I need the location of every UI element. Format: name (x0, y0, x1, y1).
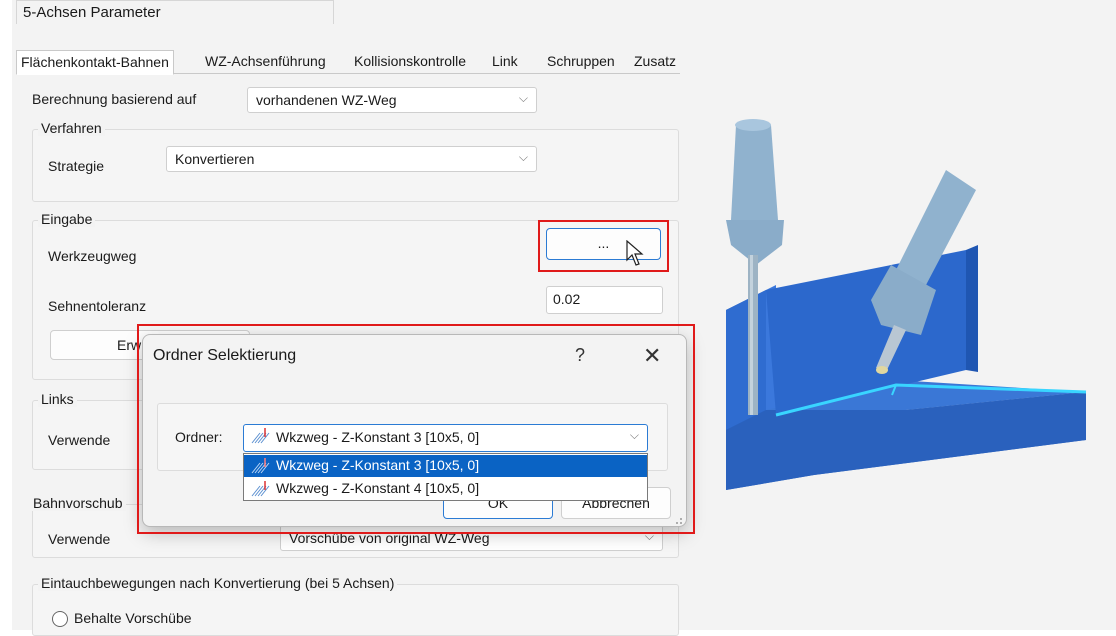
tab-flaechenkontakt[interactable]: Flächenkontakt-Bahnen (16, 50, 174, 75)
sehnentoleranz-label: Sehnentoleranz (48, 298, 147, 314)
strategie-value: Konvertieren (175, 151, 255, 167)
eintauch-legend: Eintauchbewegungen nach Konvertierung (b… (38, 575, 398, 591)
links-legend: Links (38, 391, 77, 407)
mouse-cursor-icon (626, 240, 644, 266)
sehnentoleranz-input[interactable]: 0.02 (546, 286, 663, 314)
chevron-down-icon: ⌵ (518, 91, 528, 105)
behalte-vorschuebe-label: Behalte Vorschübe (74, 610, 192, 626)
machining-illustration (726, 119, 1087, 490)
dialog-highlight-frame (137, 324, 695, 534)
strategie-select[interactable]: Konvertieren ⌵ (166, 146, 537, 172)
chevron-down-icon: ⌵ (518, 150, 528, 164)
behalte-vorschuebe-radio[interactable] (52, 611, 68, 627)
berechnung-select[interactable]: vorhandenen WZ-Weg ⌵ (247, 87, 537, 113)
highlight-frame (538, 220, 669, 272)
tab-link[interactable]: Link (488, 50, 522, 74)
links-verwende-label: Verwende (48, 432, 111, 448)
berechnung-value: vorhandenen WZ-Weg (256, 92, 397, 108)
tab-schruppen[interactable]: Schruppen (543, 50, 619, 74)
bahnvorschub-legend: Bahnvorschub (30, 495, 126, 511)
werkzeugweg-label: Werkzeugweg (48, 248, 137, 264)
tab-bar: Flächenkontakt-Bahnen WZ-Achsenführung K… (16, 50, 680, 75)
window-title: 5-Achsen Parameter (16, 0, 334, 24)
tab-zusatz[interactable]: Zusatz (630, 50, 680, 74)
eingabe-legend: Eingabe (38, 211, 96, 227)
tab-wz-achsenfuehrung[interactable]: WZ-Achsenführung (201, 50, 330, 74)
bahnvorschub-verwende-label: Verwende (48, 531, 111, 547)
tab-kollisionskontrolle[interactable]: Kollisionskontrolle (350, 50, 470, 74)
berechnung-label: Berechnung basierend auf (32, 91, 197, 107)
verfahren-legend: Verfahren (38, 120, 105, 136)
strategie-label: Strategie (48, 158, 105, 174)
